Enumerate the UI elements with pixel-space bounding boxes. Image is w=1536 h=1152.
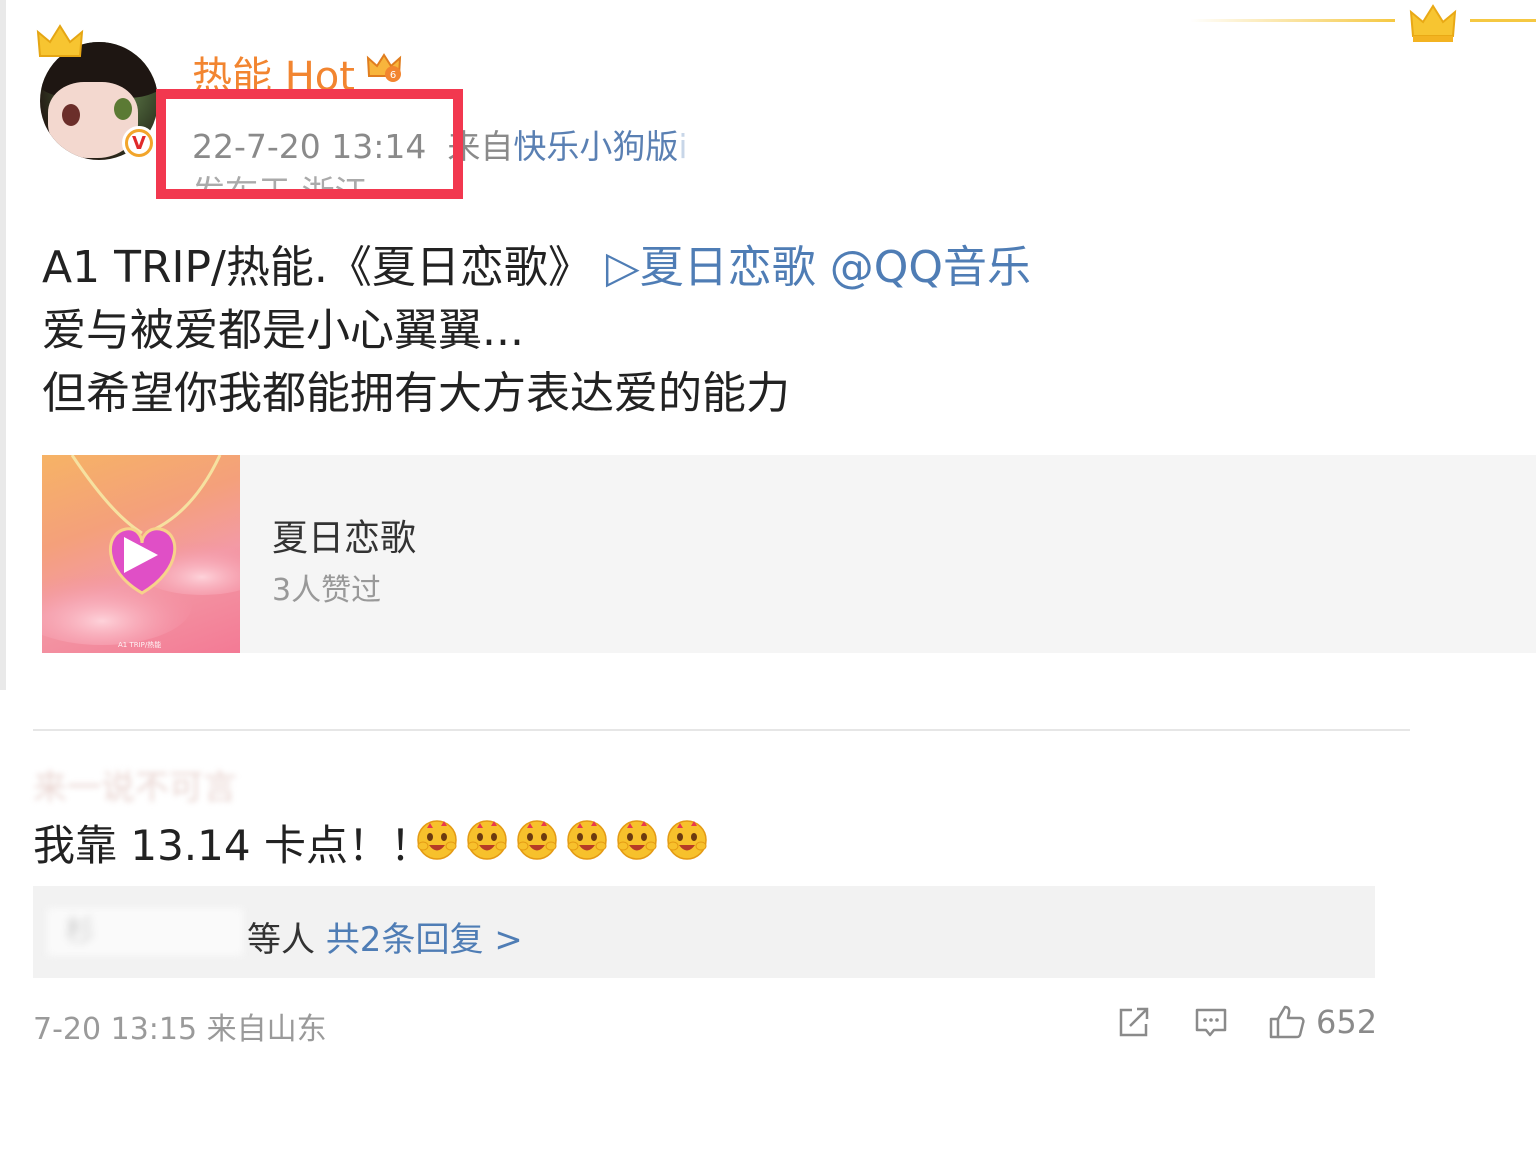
- decorative-gold-line: [1470, 19, 1536, 22]
- music-likes: 3人赞过: [272, 573, 382, 608]
- verified-badge-icon: V: [122, 126, 156, 160]
- post-line-3: 但希望你我都能拥有大方表达爱的能力: [42, 368, 790, 419]
- share-button[interactable]: [1116, 1002, 1152, 1042]
- vip-crown-icon[interactable]: 6: [366, 52, 402, 84]
- share-icon: [1119, 1007, 1149, 1037]
- source-info-icon[interactable]: i: [678, 127, 687, 166]
- music-card[interactable]: A1 TRIP/热能 夏日恋歌 3人赞过: [42, 455, 1536, 653]
- reply-suffix: 等人: [247, 920, 315, 960]
- comment-button[interactable]: [1193, 1002, 1229, 1042]
- comment-icon: [1195, 1008, 1227, 1037]
- reply-author-names: 杉: [47, 908, 243, 956]
- avatar-crown-icon: [36, 24, 84, 57]
- heart-eyes-emoji: [617, 820, 657, 860]
- post-line-1: A1 TRIP/热能.《夏日恋歌》 ▷夏日恋歌 @QQ音乐: [42, 236, 1031, 299]
- comment-meta: 7-20 13:15 来自山东: [33, 1004, 327, 1048]
- view-replies-link[interactable]: 共2条回复 >: [326, 920, 523, 960]
- heart-eyes-emoji: [667, 820, 707, 860]
- music-link[interactable]: ▷夏日恋歌 @QQ音乐: [606, 242, 1031, 293]
- heart-eyes-emoji: [417, 820, 457, 860]
- avatar-eye: [114, 98, 132, 120]
- post-line-2: 爱与被爱都是小心翼翼...: [42, 305, 524, 356]
- music-cover[interactable]: A1 TRIP/热能: [42, 455, 240, 653]
- comment-author[interactable]: 来一说不可言: [33, 760, 333, 808]
- comment-location: 来自山东: [206, 1012, 327, 1047]
- post-line-1-text: A1 TRIP/热能.《夏日恋歌》: [42, 242, 592, 293]
- reply-line: 等人 共2条回复 >: [247, 912, 523, 961]
- heart-eyes-emoji: [467, 820, 507, 860]
- comment-date: 7-20 13:15: [33, 1012, 198, 1047]
- reply-summary[interactable]: 杉 等人 共2条回复 >: [33, 886, 1375, 978]
- music-title[interactable]: 夏日恋歌: [272, 509, 416, 561]
- timestamp-highlight-box: [156, 89, 463, 199]
- emoji-row: [413, 814, 711, 862]
- source-link[interactable]: 快乐小狗版: [513, 127, 678, 166]
- crown-icon: [1409, 4, 1457, 42]
- cover-caption: A1 TRIP/热能: [118, 641, 162, 649]
- svg-text:6: 6: [390, 70, 396, 81]
- cover-art: [42, 455, 240, 645]
- comment-text: 我靠 13.14 卡点！！: [33, 821, 432, 870]
- thumbs-up-icon: [1269, 1005, 1305, 1039]
- post-content: A1 TRIP/热能.《夏日恋歌》 ▷夏日恋歌 @QQ音乐 爱与被爱都是小心翼翼…: [42, 236, 1031, 425]
- decorative-gold-line: [1190, 19, 1395, 22]
- card-left-edge: [0, 0, 6, 690]
- music-link-label: 夏日恋歌 @QQ音乐: [639, 242, 1031, 293]
- like-count: 652: [1316, 1003, 1378, 1041]
- heart-eyes-emoji: [517, 820, 557, 860]
- play-triangle-icon: ▷: [605, 242, 640, 293]
- heart-eyes-emoji: [567, 820, 607, 860]
- divider: [33, 729, 1410, 731]
- avatar-eye: [62, 104, 80, 126]
- like-button[interactable]: 652: [1268, 1002, 1377, 1042]
